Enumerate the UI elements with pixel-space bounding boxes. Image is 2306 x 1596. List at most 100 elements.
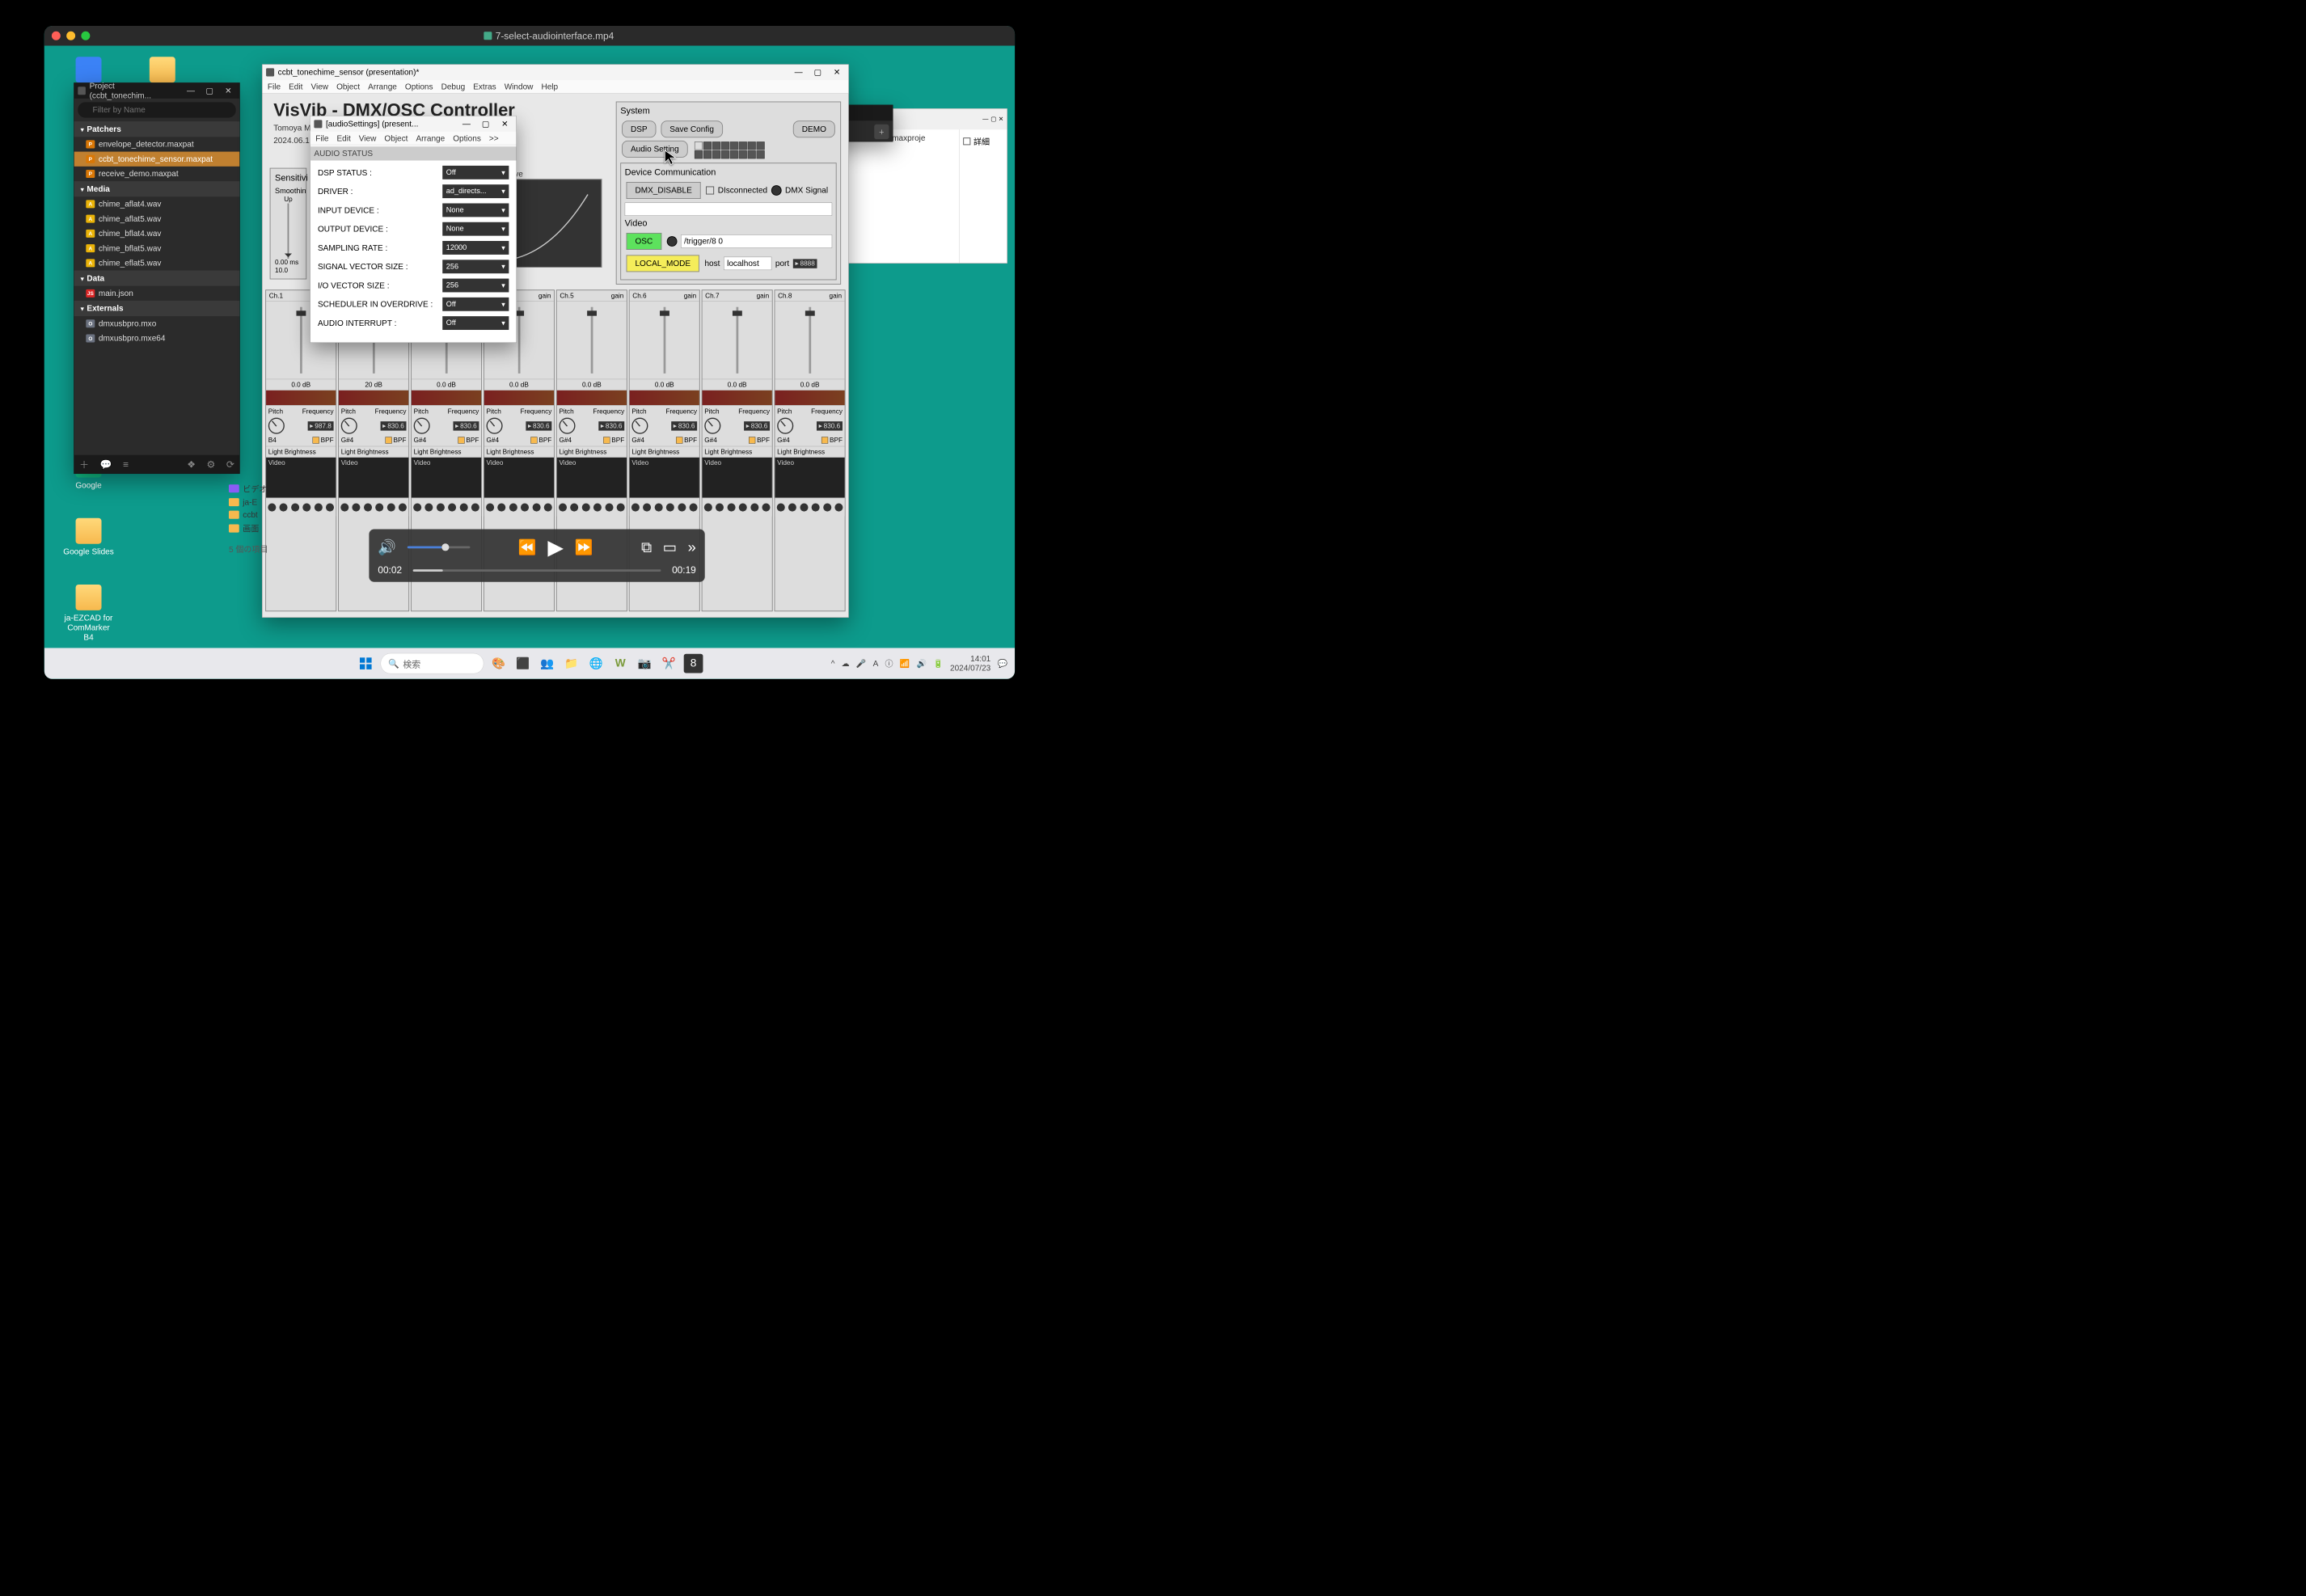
pitch-knob[interactable] [487, 418, 503, 434]
win-close-icon[interactable]: ✕ [830, 66, 845, 78]
tree-item[interactable]: Penvelope_detector.maxpat [74, 137, 239, 151]
taskbar-search[interactable]: 🔍 検索 [381, 653, 484, 674]
bpf-toggle[interactable]: BPF [385, 436, 406, 444]
win-close-icon[interactable]: ✕ [999, 116, 1003, 123]
volume-icon[interactable]: 🔊 [378, 538, 396, 555]
finder-item[interactable]: 画面 [229, 521, 268, 535]
layers-icon[interactable]: ❖ [187, 458, 196, 470]
tray-chevron-icon[interactable]: ^ [831, 659, 835, 669]
pip-icon[interactable]: ⧉ [641, 539, 652, 556]
pitch-knob[interactable] [268, 418, 285, 434]
menu-item[interactable]: Arrange [416, 133, 445, 143]
play-icon[interactable]: ▶ [547, 535, 564, 559]
finder-item[interactable]: ccbt [229, 509, 268, 521]
setting-select[interactable]: ad_directs... [442, 184, 509, 198]
menu-item[interactable]: Help [541, 82, 558, 91]
dmx-input[interactable] [625, 203, 832, 216]
frequency-value[interactable]: 830.6 [671, 421, 697, 430]
tray-lang-icon[interactable]: A [873, 659, 879, 669]
local-mode-button[interactable]: LOCAL_MODE [627, 255, 700, 272]
tree-group-header[interactable]: Media [74, 181, 239, 196]
setting-select[interactable]: Off [442, 166, 509, 179]
menu-item[interactable]: View [359, 133, 377, 143]
tray-notification-icon[interactable]: 💬 [997, 659, 1007, 669]
bpf-toggle[interactable]: BPF [313, 436, 334, 444]
tree-item[interactable]: Achime_aflat4.wav [74, 196, 239, 211]
add-icon[interactable]: ＋ [79, 458, 89, 471]
tree-item[interactable]: Achime_eflat5.wav [74, 255, 239, 270]
audio-setting-button[interactable]: Audio Setting [622, 141, 688, 158]
menu-item[interactable]: Extras [473, 82, 496, 91]
win-min-icon[interactable]: — [791, 66, 806, 78]
win-max-icon[interactable]: ▢ [478, 118, 493, 130]
step-dots[interactable] [557, 498, 627, 517]
pitch-knob[interactable] [631, 418, 648, 434]
tree-group-header[interactable]: Patchers [74, 121, 239, 137]
tree-item[interactable]: Achime_aflat5.wav [74, 212, 239, 226]
step-dots[interactable] [775, 498, 844, 517]
desktop-icon[interactable]: Google Slides [63, 518, 115, 556]
tree-item[interactable]: Pccbt_tonechime_sensor.maxpat [74, 152, 239, 167]
win-max-icon[interactable]: ▢ [810, 66, 826, 78]
expand-icon[interactable]: » [688, 539, 696, 556]
step-dots[interactable] [630, 498, 699, 517]
finder-item[interactable]: ja-E [229, 496, 268, 509]
rewind-icon[interactable]: ⏪ [518, 538, 537, 555]
windows-desktop[interactable]: ゴミ箱EZCAD forbalenaGoogledigilent.Nextion… [44, 46, 1015, 679]
add-tab-icon[interactable]: ＋ [874, 125, 889, 139]
menu-item[interactable]: Arrange [368, 82, 397, 91]
menu-item[interactable]: Edit [289, 82, 302, 91]
tb-app-icon[interactable]: ✂️ [660, 654, 679, 673]
dmx-disable-button[interactable]: DMX_DISABLE [627, 182, 701, 199]
tray-info-icon[interactable]: ⓘ [885, 657, 893, 669]
setting-select[interactable]: Off [442, 316, 509, 330]
tb-max-icon[interactable]: 8 [684, 654, 703, 673]
step-dots[interactable] [412, 498, 481, 517]
win-max-icon[interactable]: ▢ [990, 116, 996, 123]
forward-icon[interactable]: ⏩ [575, 538, 593, 555]
tray-cloud-icon[interactable]: ☁ [842, 659, 850, 669]
setting-select[interactable]: 256 [442, 279, 509, 293]
tray-mic-icon[interactable]: 🎤 [856, 659, 867, 669]
checkbox[interactable] [706, 186, 714, 194]
frequency-value[interactable]: 830.6 [453, 421, 479, 430]
setting-select[interactable]: None [442, 222, 509, 236]
menu-item[interactable]: Options [453, 133, 481, 143]
menu-item[interactable]: File [315, 133, 328, 143]
menu-item[interactable]: Debug [441, 82, 466, 91]
frequency-value[interactable]: 830.6 [598, 421, 624, 430]
tree-item[interactable]: Preceive_demo.maxpat [74, 167, 239, 181]
bpf-toggle[interactable]: BPF [530, 436, 551, 444]
save-config-button[interactable]: Save Config [661, 120, 723, 137]
pitch-knob[interactable] [341, 418, 357, 434]
step-dots[interactable] [266, 498, 336, 517]
tb-explorer-icon[interactable]: 📁 [562, 654, 581, 673]
menu-item[interactable]: >> [489, 133, 499, 143]
menu-item[interactable]: Edit [336, 133, 350, 143]
tree-item[interactable]: Achime_bflat5.wav [74, 241, 239, 255]
win-close-icon[interactable]: ✕ [497, 118, 513, 130]
filter-input[interactable] [78, 102, 235, 117]
finder-item[interactable]: ビデオ [229, 481, 268, 496]
bpf-toggle[interactable]: BPF [749, 436, 770, 444]
demo-button[interactable]: DEMO [793, 120, 835, 137]
video-player[interactable]: 🔊 ⏪ ▶ ⏩ ⧉ ▭ » 00:02 00:19 [369, 529, 704, 581]
win-min-icon[interactable]: — [184, 85, 199, 97]
gain-fader[interactable] [590, 307, 593, 374]
setting-select[interactable]: 256 [442, 260, 509, 273]
win-min-icon[interactable]: — [458, 118, 474, 130]
frequency-value[interactable]: 830.6 [380, 421, 406, 430]
gain-fader[interactable] [518, 307, 521, 374]
win-max-icon[interactable]: ▢ [202, 85, 218, 97]
tb-app-icon[interactable]: 🎨 [489, 654, 509, 673]
project-window[interactable]: Project (ccbt_tonechim... — ▢ ✕ Patchers… [74, 82, 239, 474]
frequency-value[interactable]: 987.8 [308, 421, 334, 430]
tree-item[interactable]: Odmxusbpro.mxo [74, 316, 239, 331]
dmx-grid[interactable] [695, 141, 765, 158]
tray-wifi-icon[interactable]: 📶 [900, 659, 910, 669]
step-dots[interactable] [703, 498, 772, 517]
audio-settings-window[interactable]: [audioSettings] (present... — ▢ ✕ FileEd… [310, 116, 517, 343]
mac-close[interactable] [52, 32, 61, 40]
step-dots[interactable] [484, 498, 554, 517]
tree-item[interactable]: JSmain.json [74, 286, 239, 301]
